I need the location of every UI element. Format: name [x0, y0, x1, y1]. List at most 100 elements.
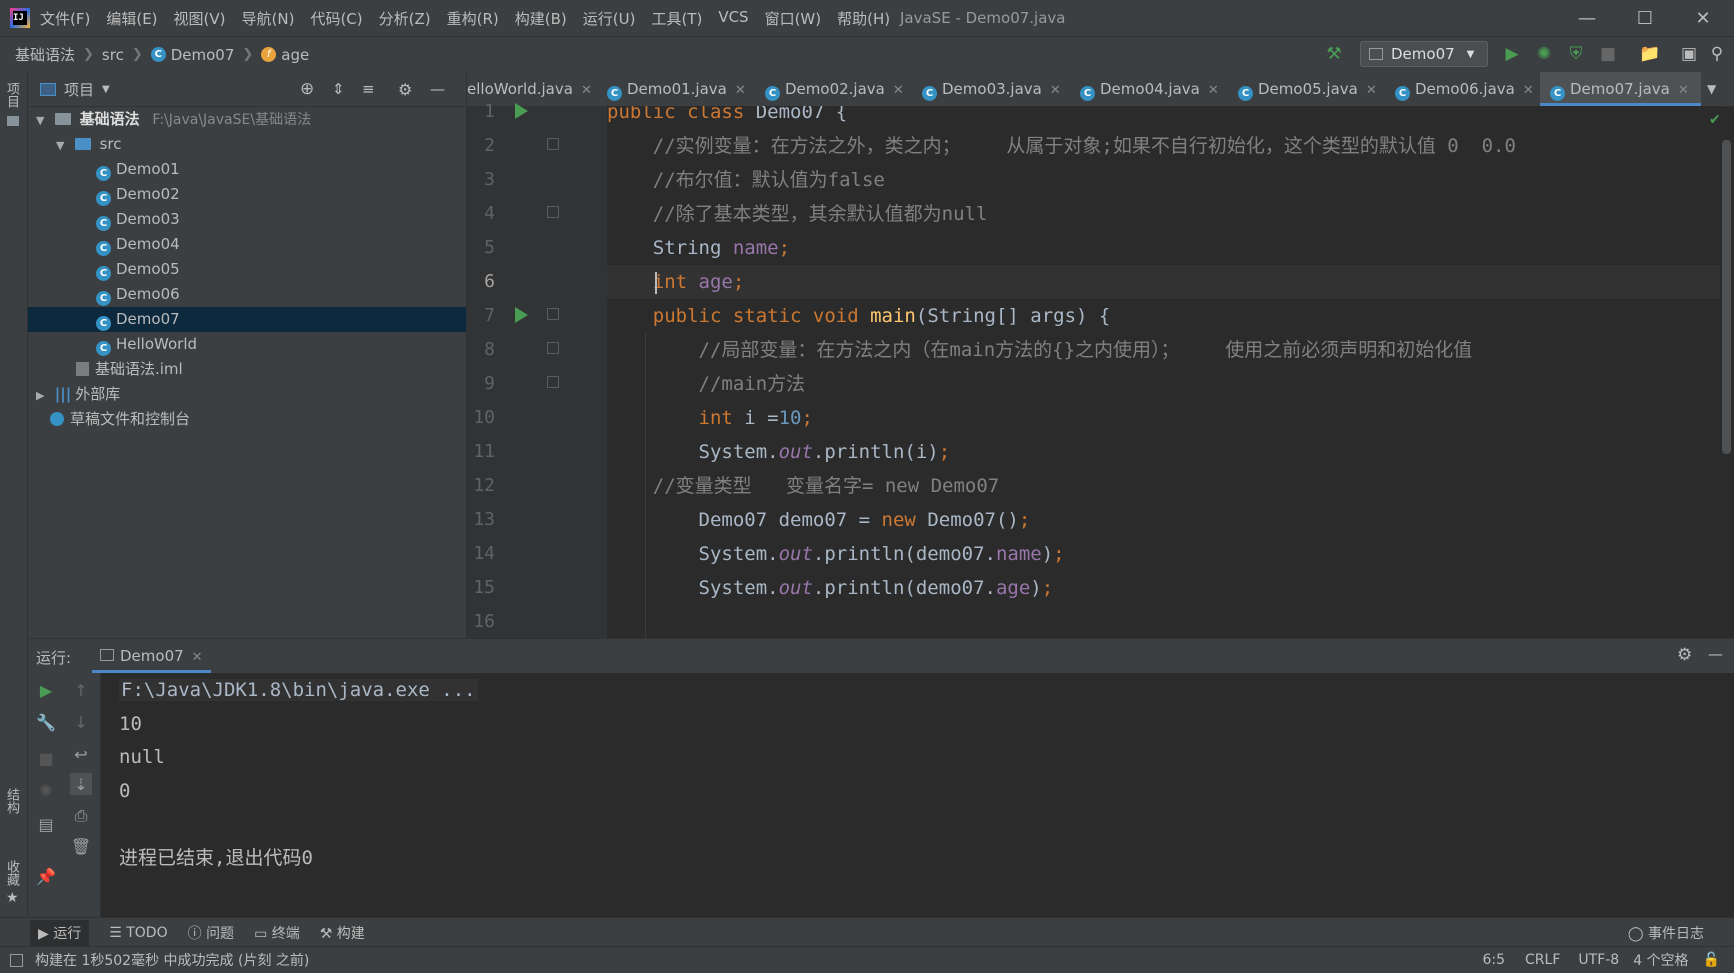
run-configuration-select[interactable]: Demo07 ▼ — [1360, 41, 1488, 67]
run-gutter-icon[interactable] — [515, 307, 528, 323]
toggle-tool-windows-icon[interactable] — [10, 953, 23, 967]
chevron-down-icon[interactable]: ▼ — [36, 108, 50, 133]
run-tool-button[interactable]: ▶ 运行 — [30, 919, 90, 946]
tab-demo05[interactable]: C Demo05.java ✕ — [1238, 72, 1377, 106]
run-gutter-icon[interactable] — [515, 103, 528, 119]
code-line[interactable]: //main方法 — [607, 367, 1720, 401]
tree-item-scratches[interactable]: 草稿文件和控制台 — [28, 407, 466, 432]
code-line[interactable]: System.out.println(demo07.name); — [607, 537, 1720, 571]
status-message[interactable]: 构建在 1秒502毫秒 中成功完成 (片刻 之前) — [35, 950, 309, 970]
tree-item-external-libraries[interactable]: ▶ ||| 外部库 — [28, 382, 466, 407]
hide-icon[interactable]: — — [430, 80, 445, 98]
run-icon[interactable]: ▶ — [1501, 43, 1523, 65]
menu-item[interactable]: 编辑(E) — [106, 8, 157, 29]
tree-item-iml[interactable]: 基础语法.iml — [28, 357, 466, 382]
minimize-button[interactable]: — — [1558, 0, 1616, 36]
scroll-to-end-icon[interactable]: ⇣ — [70, 773, 92, 795]
menu-item[interactable]: 视图(V) — [174, 8, 226, 29]
print-icon[interactable]: ⎙ — [70, 805, 92, 827]
code-line[interactable] — [607, 605, 1720, 638]
gear-icon[interactable]: ⚙ — [398, 80, 412, 99]
layout-icon[interactable]: ▤ — [35, 813, 57, 835]
code-line[interactable]: int i =10; — [607, 401, 1720, 435]
up-arrow-icon[interactable]: ↑ — [70, 679, 92, 701]
close-icon[interactable]: ✕ — [1050, 83, 1061, 98]
project-tool-tab[interactable]: 项目 — [2, 82, 21, 108]
menu-item[interactable]: 工具(T) — [651, 8, 702, 29]
stop-icon[interactable]: ■ — [35, 747, 57, 769]
close-icon[interactable]: ✕ — [192, 650, 203, 665]
code-line[interactable]: int age; — [607, 265, 1720, 299]
fold-marker-icon[interactable] — [547, 138, 559, 150]
line-number[interactable]: 2 — [465, 129, 495, 163]
terminal-tool-button[interactable]: ▭ 终端 — [254, 923, 300, 943]
breadcrumb-src[interactable]: src — [102, 46, 124, 64]
favorites-tool-tab[interactable]: 收藏 — [2, 860, 21, 886]
line-number[interactable]: 15 — [465, 571, 495, 605]
line-number[interactable]: 3 — [465, 163, 495, 197]
code-editor[interactable]: public class Demo07 { //实例变量：在方法之外，类之内； … — [607, 106, 1720, 638]
code-line[interactable]: //布尔值：默认值为false — [607, 163, 1720, 197]
project-view-label[interactable]: 项目 — [64, 79, 94, 100]
gear-icon[interactable]: ⚙ — [1677, 645, 1692, 665]
problems-tool-button[interactable]: ⓘ 问题 — [188, 923, 234, 943]
line-number[interactable]: 13 — [465, 503, 495, 537]
event-log-button[interactable]: ◯ 事件日志 — [1628, 923, 1704, 943]
chevron-down-icon[interactable]: ▼ — [102, 84, 110, 95]
inspection-ok-icon[interactable]: ✔ — [1709, 112, 1721, 128]
code-line[interactable]: System.out.println(i); — [607, 435, 1720, 469]
editor-scrollbar[interactable] — [1722, 140, 1731, 454]
tree-item-demo04[interactable]: C Demo04 — [28, 232, 466, 257]
indent-setting[interactable]: 4 个空格 — [1633, 950, 1688, 970]
window-layout-icon[interactable]: ▣ — [1678, 43, 1700, 65]
tab-demo07[interactable]: C Demo07.java ✕ — [1540, 72, 1701, 106]
menu-item[interactable]: VCS — [718, 8, 748, 29]
tree-item-src[interactable]: ▼ src — [28, 132, 466, 157]
run-tab-demo07[interactable]: Demo07 ✕ — [92, 639, 211, 673]
expand-all-icon[interactable]: ⇕ — [332, 80, 345, 98]
pin-icon[interactable]: 📌 — [35, 865, 57, 887]
close-icon[interactable]: ✕ — [1523, 83, 1534, 98]
close-button[interactable]: ✕ — [1674, 0, 1732, 36]
tree-item-demo02[interactable]: C Demo02 — [28, 182, 466, 207]
line-number[interactable]: 16 — [465, 605, 495, 639]
code-line[interactable]: //实例变量：在方法之外，类之内； 从属于对象;如果不自行初始化，这个类型的默认… — [607, 129, 1720, 163]
trash-icon[interactable]: 🗑 — [70, 835, 92, 857]
tab-demo01[interactable]: C Demo01.java ✕ — [607, 72, 746, 106]
menu-item[interactable]: 代码(C) — [310, 8, 362, 29]
tab-demo02[interactable]: C Demo02.java ✕ — [765, 72, 904, 106]
menu-item[interactable]: 构建(B) — [515, 8, 567, 29]
menu-item[interactable]: 帮助(H) — [837, 8, 890, 29]
close-icon[interactable]: ✕ — [1208, 83, 1219, 98]
menu-item[interactable]: 导航(N) — [242, 8, 295, 29]
breadcrumb-field[interactable]: age — [281, 46, 309, 64]
tab-demo06[interactable]: C Demo06.java ✕ — [1395, 72, 1534, 106]
tree-item-project-root[interactable]: ▼ 基础语法 F:\Java\JavaSE\基础语法 — [28, 107, 466, 132]
line-separator[interactable]: CRLF — [1525, 952, 1560, 968]
line-number[interactable]: 1 — [465, 95, 495, 129]
tree-item-helloworld[interactable]: C HelloWorld — [28, 332, 466, 357]
coverage-icon[interactable]: ⛨ — [1565, 43, 1587, 65]
breadcrumb-class[interactable]: Demo07 — [171, 46, 235, 64]
line-number[interactable]: 9 — [465, 367, 495, 401]
breadcrumb-project[interactable]: 基础语法 — [15, 44, 75, 65]
tree-item-demo05[interactable]: C Demo05 — [28, 257, 466, 282]
chevron-right-icon[interactable]: ▶ — [36, 383, 50, 408]
debug-icon[interactable]: ✺ — [1533, 43, 1555, 65]
console-output[interactable]: F:\Java\JDK1.8\bin\java.exe ... 10 null … — [101, 673, 1734, 917]
line-number[interactable]: 8 — [465, 333, 495, 367]
tree-item-demo07[interactable]: C Demo07 — [28, 307, 466, 332]
hide-icon[interactable]: — — [1708, 645, 1723, 663]
locate-icon[interactable]: ⊕ — [300, 79, 314, 99]
line-number[interactable]: 11 — [465, 435, 495, 469]
menu-item[interactable]: 分析(Z) — [379, 8, 431, 29]
file-encoding[interactable]: UTF-8 — [1578, 952, 1619, 968]
close-icon[interactable]: ✕ — [1678, 83, 1689, 98]
stop-icon[interactable]: ■ — [1597, 43, 1619, 65]
fold-marker-icon[interactable] — [547, 342, 559, 354]
down-arrow-icon[interactable]: ↓ — [70, 711, 92, 733]
code-line[interactable]: String name; — [607, 231, 1720, 265]
collapse-all-icon[interactable]: ≡ — [362, 80, 375, 98]
tab-demo04[interactable]: C Demo04.java ✕ — [1080, 72, 1219, 106]
line-number[interactable]: 7 — [465, 299, 495, 333]
